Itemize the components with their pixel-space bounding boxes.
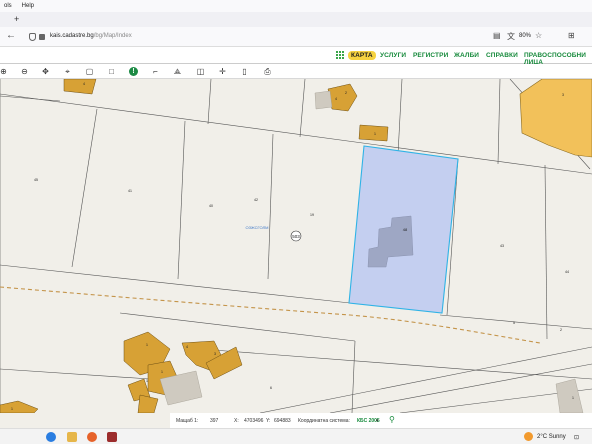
- scale-label: Мащаб 1:: [176, 418, 199, 424]
- svg-text:1: 1: [146, 343, 148, 347]
- nav-services[interactable]: УСЛУГИ: [380, 52, 406, 59]
- address-bar: ← kais.cadastre.bg/bg/Map/Index ▤ 文 80% …: [0, 27, 592, 47]
- crosshair-icon[interactable]: ✛: [217, 66, 228, 77]
- browser-menubar: ols Help: [0, 0, 592, 12]
- selected-parcel-number: 48: [403, 227, 408, 232]
- buildings[interactable]: [0, 79, 389, 413]
- firefox-icon[interactable]: [87, 432, 97, 442]
- svg-text:1: 1: [161, 370, 163, 374]
- x-label: X:: [234, 418, 239, 424]
- boundary-dashed-line: [0, 286, 541, 344]
- zoom-out-icon[interactable]: ⊖: [19, 66, 30, 77]
- measure-line-icon[interactable]: ⌐: [150, 66, 161, 77]
- svg-text:45: 45: [34, 178, 38, 182]
- street-badge-label: 503: [292, 234, 300, 239]
- svg-text:4: 4: [335, 97, 337, 101]
- file-explorer-icon[interactable]: [67, 432, 77, 442]
- new-tab-icon[interactable]: +: [14, 14, 19, 24]
- weather-text[interactable]: 2°C Sunny: [537, 434, 566, 440]
- reader-view-icon[interactable]: ▤: [493, 31, 501, 40]
- svg-text:1: 1: [374, 132, 376, 136]
- svg-text:1: 1: [146, 379, 148, 383]
- url-text[interactable]: kais.cadastre.bg/bg/Map/Index: [50, 33, 132, 39]
- svg-text:41: 41: [128, 189, 132, 193]
- cadastral-map[interactable]: 503 ОЗЖСГОЛМ 48 4 2 1 3 4 45 41 40 42 19…: [0, 79, 592, 413]
- svg-text:1: 1: [572, 396, 574, 400]
- measure-area-icon[interactable]: ⟁: [172, 66, 183, 77]
- svg-text:1: 1: [11, 407, 13, 411]
- svg-text:44: 44: [565, 270, 569, 274]
- print-icon[interactable]: ⎙: [262, 66, 273, 77]
- info-icon[interactable]: !: [129, 67, 138, 76]
- apps-grid-icon[interactable]: [336, 51, 345, 60]
- zoom-level[interactable]: 80%: [519, 33, 531, 39]
- pan-icon[interactable]: ✥: [40, 66, 51, 77]
- os-taskbar: 2°C Sunny ⊡: [0, 428, 592, 444]
- map-canvas[interactable]: 503 ОЗЖСГОЛМ 48 4 2 1 3 4 45 41 40 42 19…: [0, 79, 592, 413]
- site-nav: КАРТА УСЛУГИ РЕГИСТРИ ЖАЛБИ СПРАВКИ ПРАВ…: [0, 47, 592, 66]
- x-value: 4703496: [244, 418, 264, 424]
- chevron-down-icon[interactable]: ▾: [376, 418, 379, 424]
- scale-value[interactable]: 397: [210, 418, 218, 424]
- menu-tools[interactable]: ols: [4, 3, 12, 9]
- edge-icon[interactable]: [46, 432, 56, 442]
- svg-text:2: 2: [560, 328, 562, 332]
- nav-map[interactable]: КАРТА: [348, 51, 376, 60]
- svg-text:4: 4: [83, 82, 85, 86]
- crs-label: Координатна система:: [298, 418, 350, 424]
- tab-strip: +: [0, 12, 592, 27]
- shield-icon[interactable]: [29, 33, 36, 41]
- map-toolbar: ⊕ ⊖ ✥ ⌖ ▢ □ ! ⌐ ⟁ ◫ ✛ ▯ ⎙: [0, 64, 592, 79]
- bookmark-star-icon[interactable]: ☆: [535, 31, 542, 40]
- url-path: /bg/Map/Index: [93, 33, 132, 39]
- select-rect-icon[interactable]: ▢: [84, 66, 95, 77]
- svg-text:43: 43: [500, 244, 504, 248]
- search-icon[interactable]: ⚲: [389, 415, 395, 424]
- large-building[interactable]: [519, 79, 592, 158]
- svg-text:4: 4: [186, 345, 188, 349]
- map-status-bar: Мащаб 1: 397 X: 4703496 Y: 694883 Коорди…: [170, 413, 592, 428]
- nav-reports[interactable]: СПРАВКИ: [486, 52, 518, 59]
- url-host: kais.cadastre.bg: [50, 33, 94, 39]
- svg-text:42: 42: [254, 198, 258, 202]
- extensions-icon[interactable]: ⊞: [568, 31, 575, 40]
- zoom-in-icon[interactable]: ⊕: [0, 66, 9, 77]
- svg-text:2: 2: [345, 91, 347, 95]
- nav-registers[interactable]: РЕГИСТРИ: [413, 52, 448, 59]
- network-icon[interactable]: ⊡: [574, 434, 579, 441]
- translate-icon[interactable]: 文: [507, 31, 515, 42]
- nav-complaints[interactable]: ЖАЛБИ: [454, 52, 479, 59]
- svg-text:3: 3: [214, 352, 216, 356]
- svg-text:6: 6: [270, 386, 272, 390]
- square-icon[interactable]: □: [106, 66, 117, 77]
- svg-text:19: 19: [310, 213, 314, 217]
- y-label: Y:: [266, 418, 271, 424]
- weather-icon[interactable]: [524, 432, 533, 441]
- layers-icon[interactable]: ◫: [195, 66, 206, 77]
- parcel-numbers: 4 2 1 3 4 45 41 40 42 19 43 44 1 4 3 1 1…: [11, 82, 574, 411]
- app-icon[interactable]: [107, 432, 117, 442]
- svg-text:3: 3: [562, 93, 564, 97]
- svg-text:5: 5: [513, 321, 515, 325]
- menu-help[interactable]: Help: [22, 3, 34, 9]
- y-value: 694883: [274, 418, 291, 424]
- svg-text:40: 40: [209, 204, 213, 208]
- marker-icon[interactable]: ⌖: [62, 66, 73, 77]
- document-icon[interactable]: ▯: [239, 66, 250, 77]
- lock-icon[interactable]: [39, 34, 45, 40]
- locality-label: ОЗЖСГОЛМ: [245, 225, 268, 230]
- back-arrow-icon[interactable]: ←: [6, 30, 16, 41]
